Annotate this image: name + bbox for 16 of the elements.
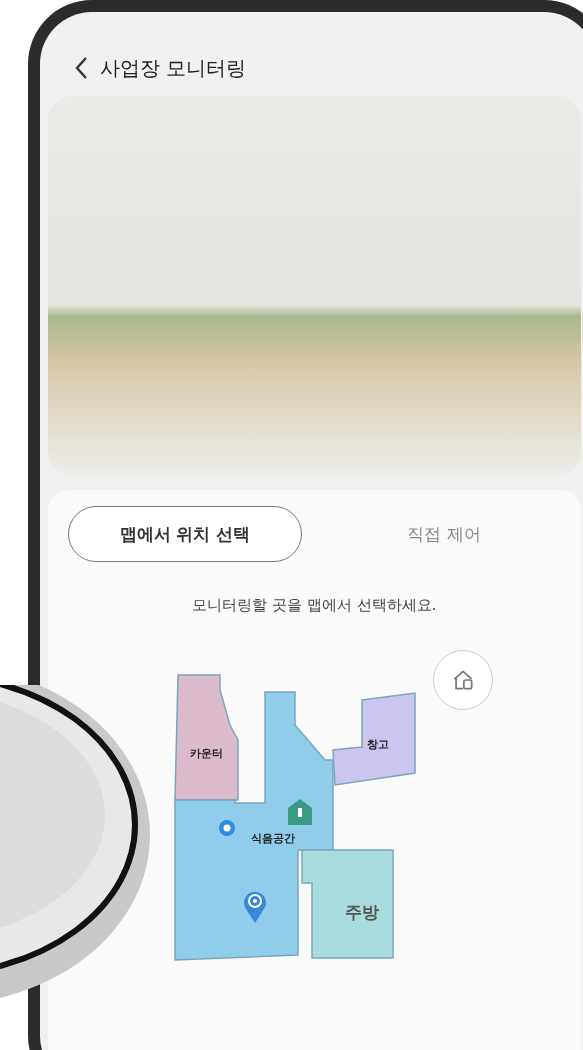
room-label: 식음공간 — [251, 832, 295, 845]
room-label: 주방 — [345, 902, 379, 922]
robot-location-icon — [219, 820, 235, 836]
room-label: 창고 — [367, 738, 389, 751]
location-pin-icon — [244, 891, 266, 923]
room-area[interactable] — [332, 692, 416, 786]
back-icon[interactable] — [74, 56, 88, 80]
instruction-text: 모니터링할 곳을 맵에서 선택하세요. — [191, 596, 438, 615]
screen-title: 사업장 모니터링 — [100, 54, 247, 82]
tab[interactable]: 맵에서 위치 선택 — [68, 506, 302, 562]
room-area[interactable] — [301, 849, 394, 959]
tab[interactable]: 직접 제어 — [327, 506, 561, 562]
dock-icon — [288, 799, 312, 825]
room-area[interactable] — [174, 674, 239, 801]
room-area[interactable] — [174, 691, 334, 961]
room-label: 카운터 — [189, 747, 223, 760]
